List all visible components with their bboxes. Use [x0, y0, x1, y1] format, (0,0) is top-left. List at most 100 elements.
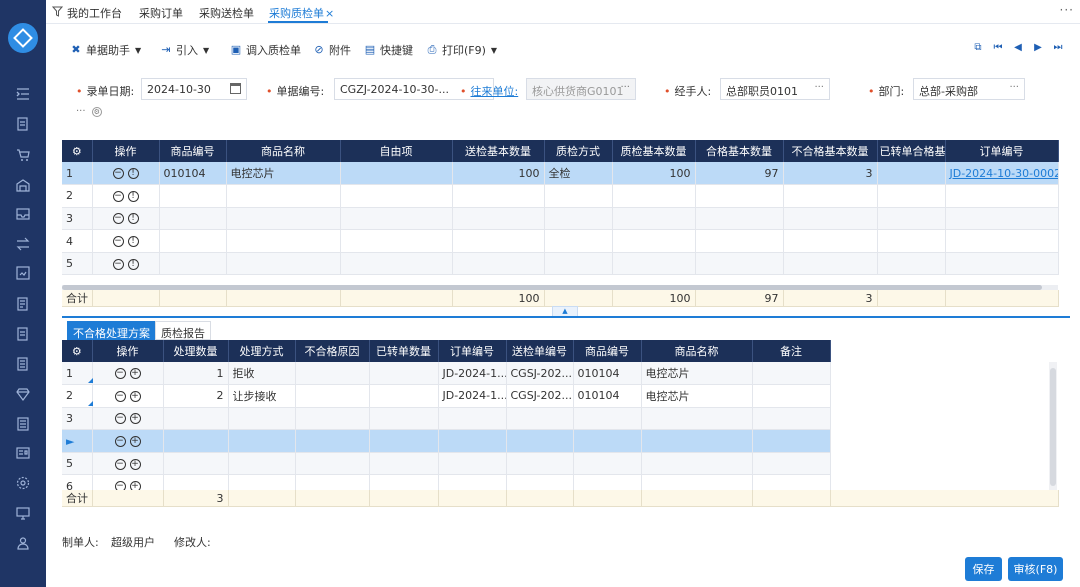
remove-row-icon[interactable]: − [114, 368, 126, 380]
app-logo-icon[interactable] [8, 23, 38, 53]
transfer-icon[interactable] [15, 237, 31, 251]
col-header[interactable]: 备注 [752, 340, 831, 362]
cell-transferred[interactable] [369, 362, 439, 386]
collapse-panel-icon[interactable]: ▲ [552, 306, 578, 316]
last-record-icon[interactable]: ⏭ [1053, 42, 1063, 54]
remove-row-icon[interactable]: − [112, 168, 124, 180]
add-row-icon[interactable]: + [129, 390, 141, 402]
col-header[interactable]: 处理数量 [163, 340, 229, 362]
table-row[interactable]: 4−! [62, 229, 1059, 253]
cell-transferred[interactable] [369, 384, 439, 408]
tab-qc-report[interactable]: 质检报告 [155, 321, 211, 340]
voucher-icon[interactable] [15, 327, 31, 341]
cell-order-no[interactable]: JD-2024-1... [438, 384, 507, 408]
menu-toggle-icon[interactable] [15, 87, 31, 101]
cell-ng-qty[interactable]: 3 [783, 162, 878, 186]
col-header[interactable]: 商品编号 [159, 140, 227, 162]
document-icon[interactable] [15, 117, 31, 131]
cell-order-no[interactable]: JD-2024-1... [438, 362, 507, 386]
cell-method[interactable]: 让步接收 [228, 384, 296, 408]
table-row[interactable]: 1 −! 010104 电控芯片 100 全检 100 97 3 JD-2024… [62, 162, 1059, 186]
table-row[interactable]: 1 − + 1 拒收 JD-2024-1... CGSJ-202... 01010… [62, 362, 831, 386]
cell-code[interactable]: 010104 [573, 362, 642, 386]
calendar-icon[interactable] [230, 83, 241, 94]
info-icon[interactable]: ! [127, 258, 139, 270]
prev-record-icon[interactable]: ◀ [1013, 42, 1023, 54]
print-button[interactable]: ⎙ 打印(F9) ▼ [426, 42, 497, 58]
user-icon[interactable] [15, 536, 31, 550]
panel-splitter[interactable] [62, 316, 1070, 318]
table-row[interactable]: 2−! [62, 184, 1059, 208]
id-card-icon[interactable] [15, 446, 31, 460]
remove-row-icon[interactable]: − [114, 390, 126, 402]
warehouse-icon[interactable] [15, 178, 31, 192]
audit-button[interactable]: 审核(F8) [1008, 557, 1063, 581]
cell-code[interactable]: 010104 [573, 384, 642, 408]
col-header[interactable]: 不合格原因 [295, 340, 370, 362]
dept-field[interactable]: 总部-采购部 ··· [913, 78, 1025, 100]
grid-settings-icon[interactable]: ⚙ [62, 340, 93, 362]
first-record-icon[interactable]: ⏮ [993, 42, 1003, 54]
col-header[interactable]: 操作 [92, 140, 160, 162]
cell-qc-qty[interactable]: 100 [612, 162, 696, 186]
bill-icon[interactable] [15, 357, 31, 371]
save-button[interactable]: 保存 [965, 557, 1002, 581]
list-icon[interactable] [15, 417, 31, 431]
cell-reason[interactable] [295, 384, 370, 408]
order-link[interactable]: JD-2024-10-30-0002 [945, 162, 1059, 186]
handler-field[interactable]: 总部职员0101 ··· [720, 78, 830, 100]
info-icon[interactable]: ! [127, 213, 139, 225]
col-header[interactable]: 处理方式 [228, 340, 296, 362]
col-header[interactable]: 自由项 [340, 140, 453, 162]
more-icon[interactable]: ··· [1060, 3, 1074, 17]
scroll-thumb[interactable] [1050, 368, 1056, 486]
next-record-icon[interactable]: ▶ [1033, 42, 1043, 54]
col-header[interactable]: 已转单数量 [369, 340, 439, 362]
cell-name[interactable]: 电控芯片 [641, 362, 753, 386]
cell-code[interactable]: 010104 [159, 162, 227, 186]
remove-row-icon[interactable]: − [112, 258, 124, 270]
new-copy-icon[interactable]: ⧉ [973, 42, 983, 54]
settings-icon[interactable] [15, 476, 31, 490]
add-row-icon[interactable]: + [129, 413, 141, 425]
diamond-icon[interactable] [15, 387, 31, 401]
table-row[interactable]: 5− + [62, 452, 831, 476]
cell-send-qty[interactable]: 100 [452, 162, 545, 186]
table-row[interactable]: 2 − + 2 让步接收 JD-2024-1... CGSJ-202... 010… [62, 384, 831, 408]
more-fields-icon[interactable]: ··· ⚙ [76, 106, 102, 117]
table-row[interactable]: ► − + [62, 429, 831, 453]
remove-row-icon[interactable]: − [112, 190, 124, 202]
report-icon[interactable] [15, 266, 31, 280]
col-header[interactable]: 操作 [92, 340, 164, 362]
col-header[interactable]: 订单编号 [945, 140, 1059, 162]
table-row[interactable]: 3− + [62, 407, 831, 431]
cell-method[interactable]: 拒收 [228, 362, 296, 386]
cart-icon[interactable] [15, 148, 31, 162]
remove-row-icon[interactable]: − [112, 213, 124, 225]
lookup-icon[interactable]: ··· [1009, 82, 1019, 93]
cell-send-no[interactable]: CGSJ-202... [506, 384, 574, 408]
assistant-button[interactable]: ✖ 单据助手 ▼ [70, 42, 141, 58]
table-row[interactable]: 5−! [62, 252, 1059, 276]
remove-row-icon[interactable]: − [114, 436, 126, 448]
tab-close-icon[interactable]: × [325, 7, 334, 20]
grid-settings-icon[interactable]: ⚙ [62, 140, 93, 162]
import-button[interactable]: ⇥ 引入 ▼ [160, 42, 209, 58]
col-header[interactable]: 商品编号 [573, 340, 642, 362]
cell-reason[interactable] [295, 362, 370, 386]
cell-name[interactable]: 电控芯片 [641, 384, 753, 408]
add-row-icon[interactable]: + [129, 458, 141, 470]
col-header[interactable]: 送检基本数量 [452, 140, 545, 162]
cell-transferred[interactable] [877, 162, 946, 186]
col-header[interactable]: 质检方式 [544, 140, 613, 162]
tab-nonconforming-plan[interactable]: 不合格处理方案 [67, 321, 156, 340]
col-header[interactable]: 已转单合格基 [877, 140, 946, 162]
filter-icon[interactable] [51, 6, 64, 20]
cell-qty[interactable]: 1 [163, 362, 229, 386]
cell-remark[interactable] [752, 384, 831, 408]
cell-remark[interactable] [752, 362, 831, 386]
cell-name[interactable]: 电控芯片 [226, 162, 341, 186]
col-header[interactable]: 订单编号 [438, 340, 507, 362]
tab-purchase-order[interactable]: 采购订单 [139, 5, 183, 21]
col-header[interactable]: 商品名称 [641, 340, 753, 362]
